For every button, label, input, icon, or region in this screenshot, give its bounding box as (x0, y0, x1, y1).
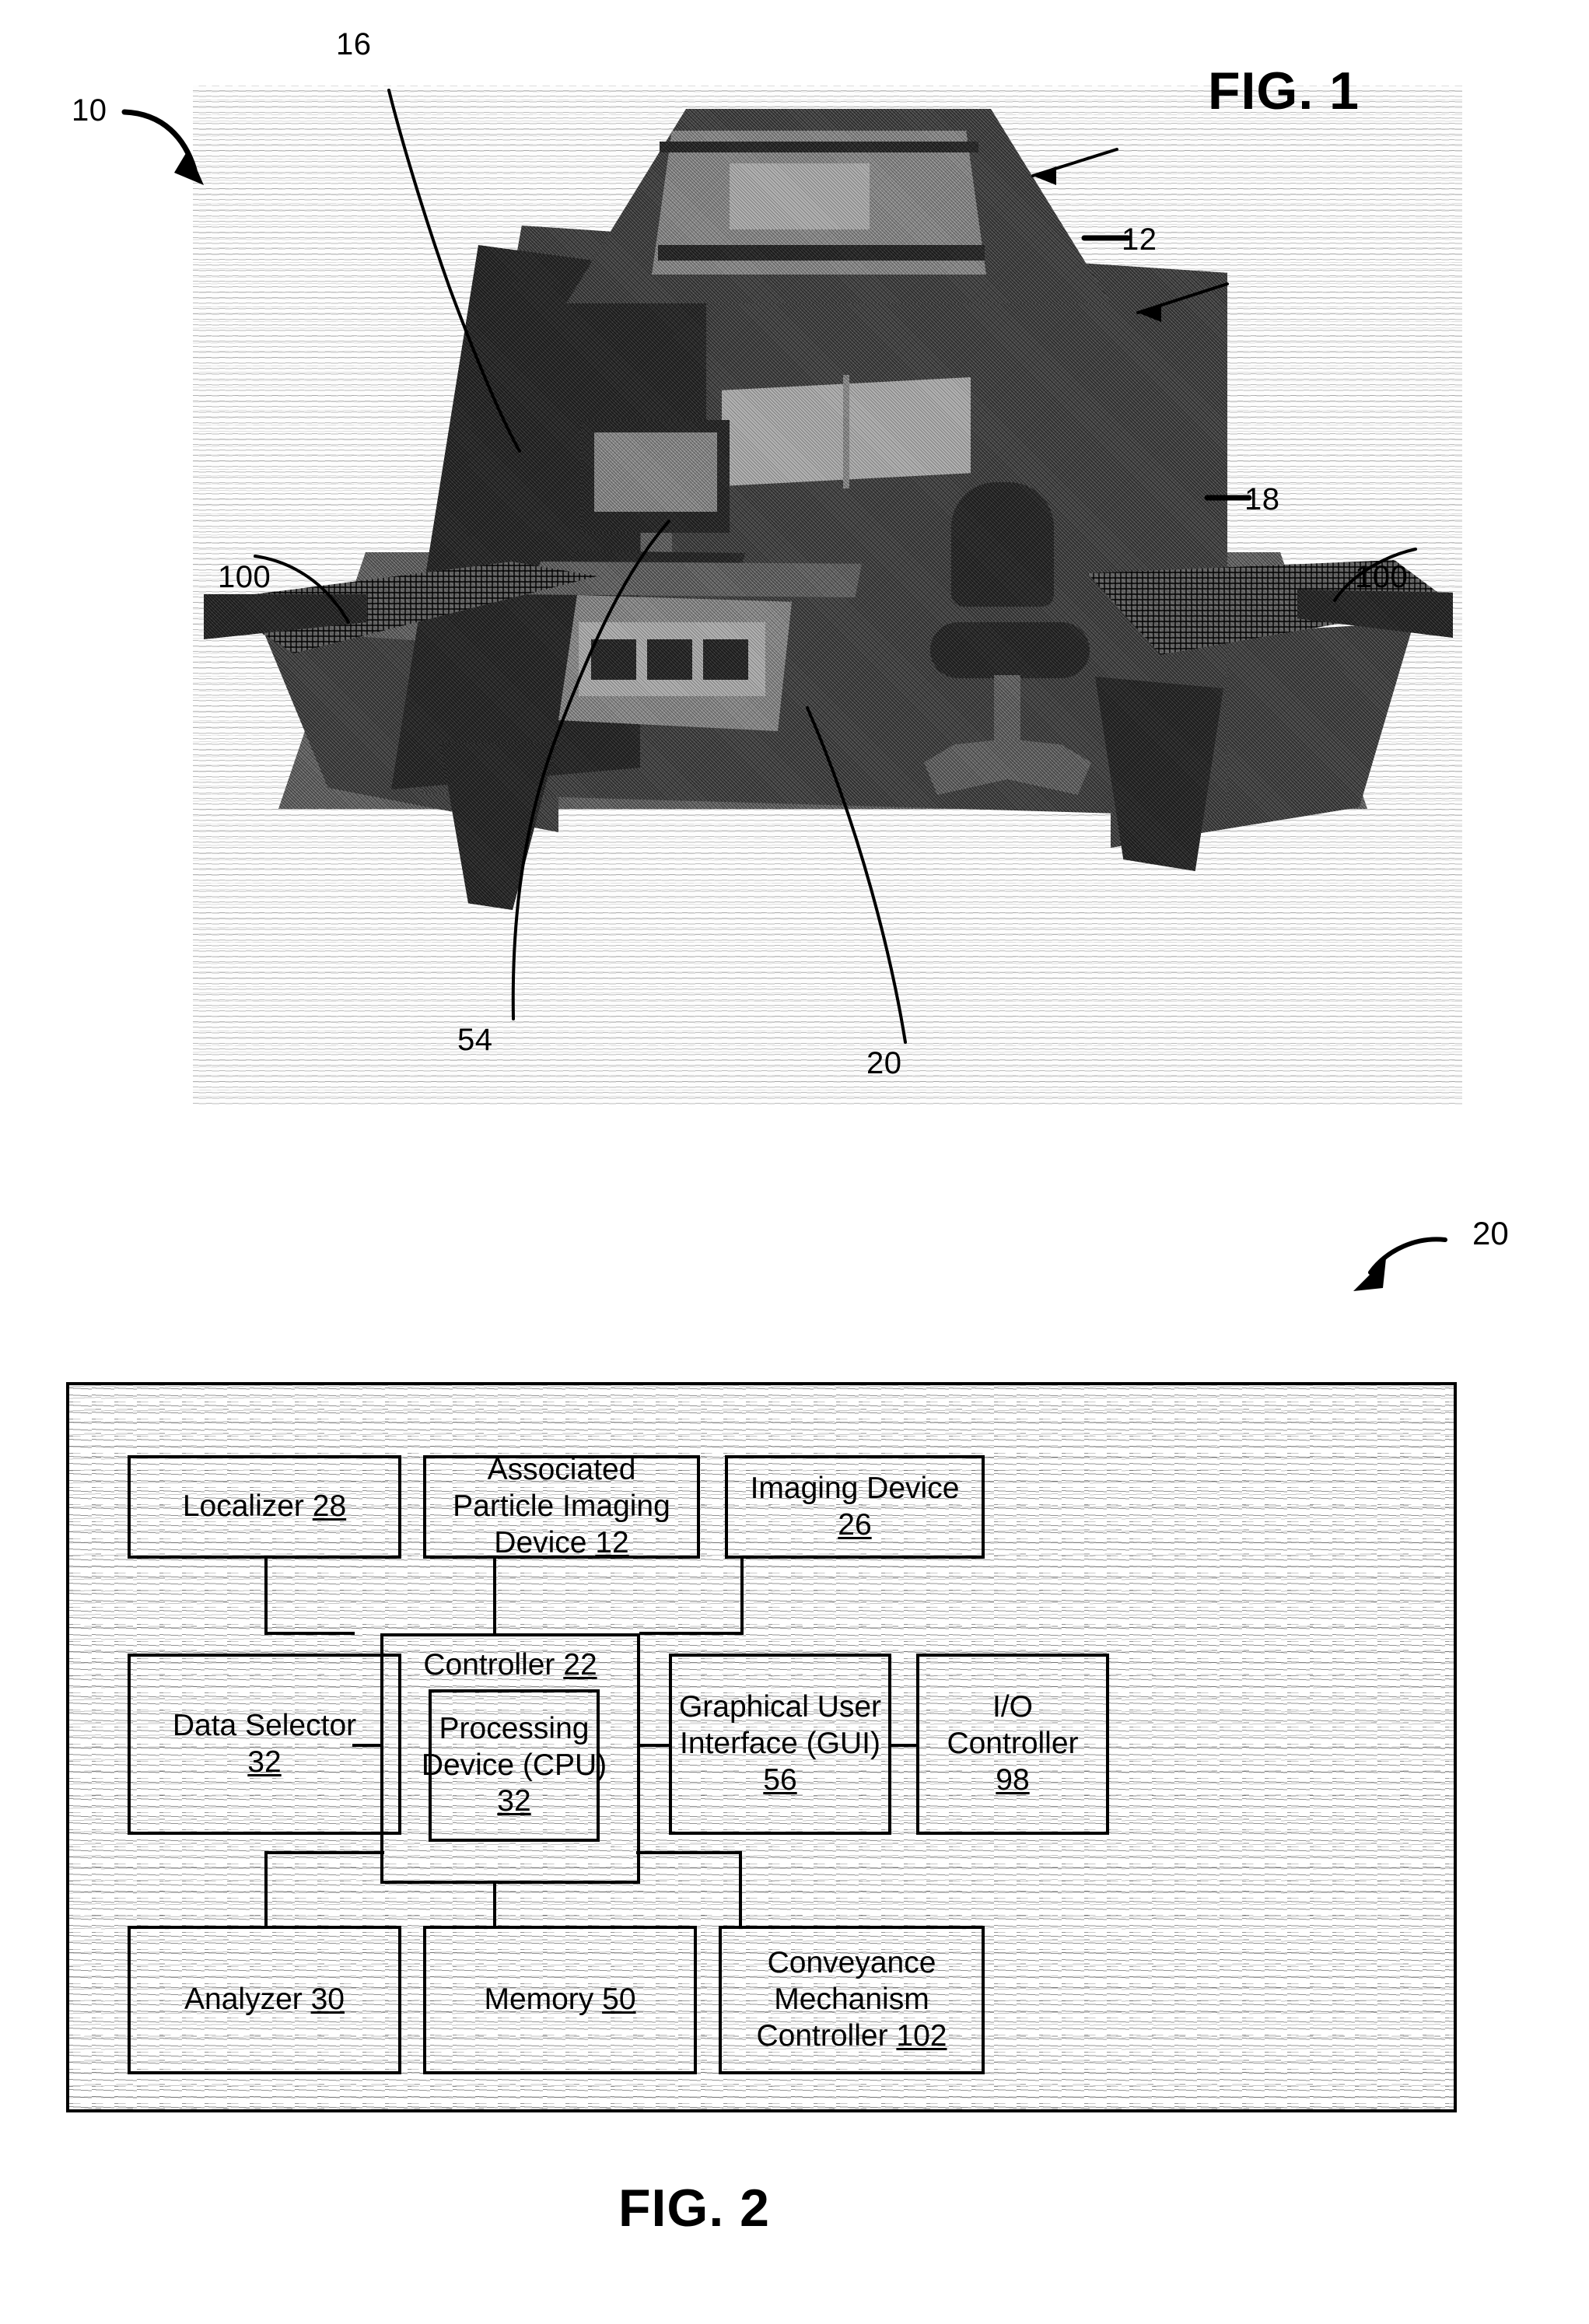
reference-numeral: 12 (595, 1525, 629, 1559)
block-localizer-line-0: Localizer 28 (182, 1489, 347, 1524)
ref-100-right: 100 (1355, 560, 1409, 594)
block-conveyance-line-1: Mechanism (774, 1983, 929, 2017)
connector-localizer-h (264, 1632, 355, 1635)
block-gui-line-2: 56 (763, 1762, 796, 1799)
block-graphical-user-interface[interactable]: Graphical User Interface (GUI) 56 (669, 1654, 891, 1835)
block-controller-line-0: Controller 22 (423, 1648, 597, 1682)
block-data-selector[interactable]: Data Selector 32 (128, 1654, 401, 1835)
block-api-line-2: Device 12 (494, 1525, 629, 1559)
block-conveyance-mechanism-controller[interactable]: Conveyance Mechanism Controller 102 (719, 1926, 985, 2074)
ref-20-fig2-arrow (1353, 1237, 1447, 1291)
block-api-line-1: Particle Imaging (453, 1489, 670, 1524)
block-dataselector-line-0: Data Selector (172, 1708, 357, 1742)
reference-numeral: 98 (996, 1762, 1030, 1797)
block-memory[interactable]: Memory 50 (423, 1926, 697, 2074)
ref-20-fig1: 20 (866, 1046, 902, 1080)
figure-1-title: FIG. 1 (1208, 61, 1360, 121)
connector-analyzer-v (264, 1851, 268, 1927)
reference-numeral: 26 (838, 1507, 872, 1542)
block-io-line-2: 98 (996, 1762, 1029, 1799)
reference-numeral: 28 (312, 1489, 347, 1524)
connector-gui-h (639, 1744, 670, 1747)
block-controller[interactable]: Controller 22 Processing Device (CPU) 32 (380, 1633, 640, 1884)
block-conveyance-line-2: Controller 102 (756, 2018, 947, 2053)
figure-2-title: FIG. 2 (618, 2179, 770, 2238)
reference-numeral: 22 (563, 1648, 597, 1682)
block-analyzer[interactable]: Analyzer 30 (128, 1926, 401, 2074)
block-cpu-line-1: Device (CPU) (421, 1748, 607, 1782)
block-io-line-1: Controller (947, 1727, 1079, 1761)
ref-100-left: 100 (218, 560, 271, 594)
block-cpu-line-2: 32 (497, 1783, 530, 1820)
block-io-controller[interactable]: I/O Controller 98 (916, 1654, 1109, 1835)
connector-imaging-v (740, 1557, 744, 1635)
block-associated-particle-imaging-device[interactable]: Associated Particle Imaging Device 12 (423, 1453, 700, 1559)
system-block-diagram-container: Localizer 28 Associated Particle Imaging… (66, 1382, 1457, 2112)
block-imaging-line-1: 26 (838, 1507, 871, 1544)
connector-memory-v (493, 1882, 496, 1927)
block-imaging-line-0: Imaging Device (750, 1471, 960, 1505)
connector-analyzer-h (264, 1851, 384, 1854)
block-imaging-device[interactable]: Imaging Device 26 (725, 1455, 985, 1559)
block-gui-line-0: Graphical User (678, 1690, 882, 1724)
reference-numeral: 32 (497, 1784, 531, 1818)
connector-io-h (890, 1744, 918, 1747)
block-localizer[interactable]: Localizer 28 (128, 1455, 401, 1559)
block-gui-line-1: Interface (GUI) (680, 1727, 880, 1761)
ref-10-arrow (121, 109, 204, 185)
block-conveyance-line-0: Conveyance (767, 1946, 936, 1980)
ref-18-leader (1204, 495, 1252, 501)
connector-conveyance-h (636, 1851, 742, 1854)
figure-1-leader-lines (254, 89, 1417, 1044)
block-processing-device-cpu[interactable]: Processing Device (CPU) 32 (422, 1689, 607, 1842)
figure-1: 16 10 12 18 100 100 54 20 FIG. 1 (0, 0, 1589, 1167)
block-api-line-0: Associated (487, 1453, 636, 1487)
figure-1-photo-panel (193, 86, 1462, 1104)
reference-numeral: 102 (896, 2018, 947, 2053)
block-io-line-0: I/O (992, 1690, 1033, 1724)
reference-numeral: 50 (602, 1983, 636, 2017)
ref-16: 16 (336, 27, 372, 61)
block-memory-line-0: Memory 50 (484, 1983, 636, 2017)
reference-numeral: 30 (310, 1983, 345, 2017)
figure-2: 20 Localizer 28 Associated Particle Imag… (0, 1167, 1589, 2324)
ref-10: 10 (72, 93, 107, 128)
connector-localizer-v (264, 1557, 268, 1635)
block-cpu-line-0: Processing (439, 1711, 590, 1745)
block-analyzer-line-0: Analyzer 30 (184, 1983, 345, 2017)
connector-imaging-h (639, 1632, 744, 1635)
ref-54: 54 (457, 1023, 493, 1057)
ref-20-fig2: 20 (1472, 1215, 1509, 1251)
ref-12-leader (1081, 235, 1131, 241)
reference-numeral: 32 (247, 1745, 282, 1779)
block-dataselector-line-1: 32 (247, 1745, 281, 1781)
connector-api-v (493, 1557, 496, 1636)
connector-conveyance-v (739, 1851, 742, 1927)
reference-numeral: 56 (763, 1762, 797, 1797)
